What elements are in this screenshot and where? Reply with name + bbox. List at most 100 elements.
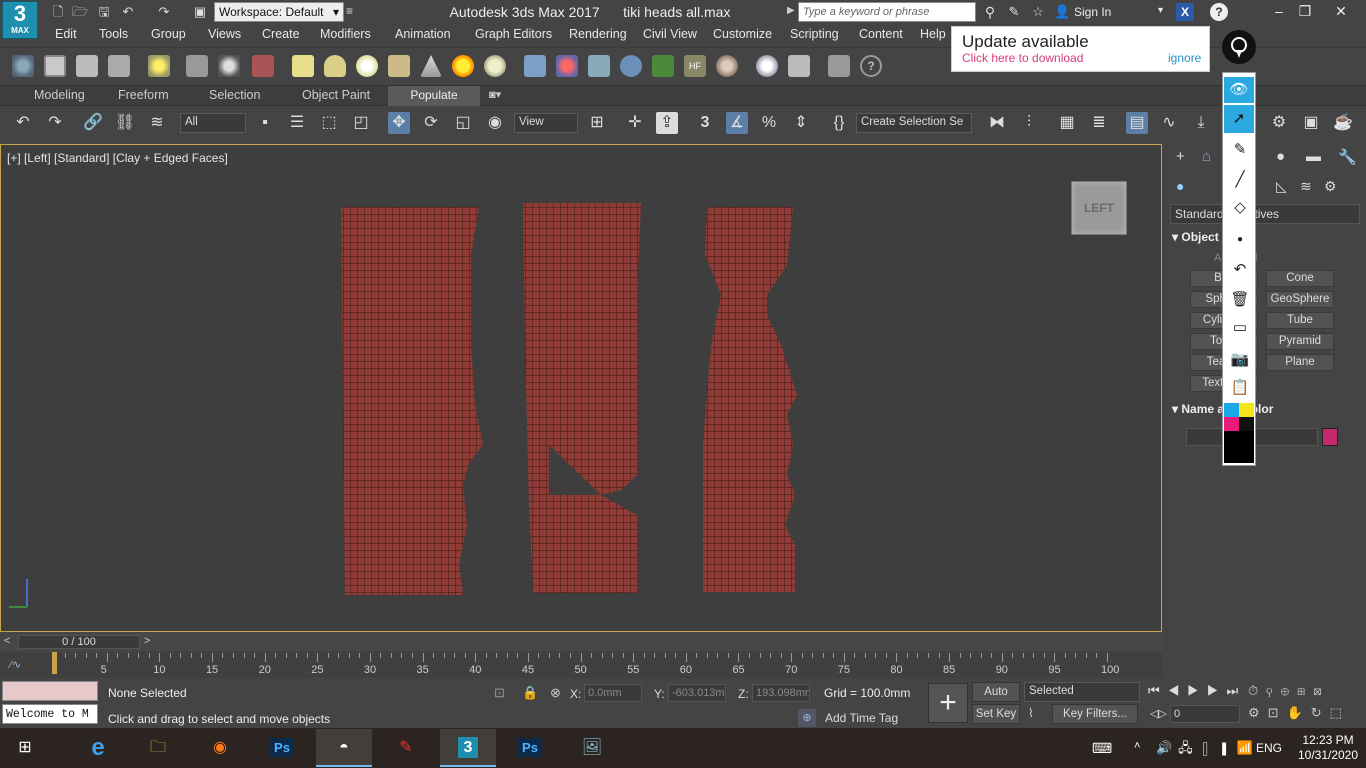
link-icon[interactable]: 🔗 <box>82 112 104 134</box>
new-file-icon[interactable]: 🗋 <box>50 4 66 20</box>
menu-rendering[interactable]: Rendering <box>569 27 627 41</box>
y-coordinate-field[interactable]: -603.013mm <box>668 684 726 702</box>
timeline-cursor[interactable] <box>52 652 57 674</box>
viewport-left[interactable]: [+] [Left] [Standard] [Clay + Edged Face… <box>0 144 1162 632</box>
grid-icon[interactable] <box>788 55 810 77</box>
user-icon[interactable]: 👤 <box>1054 4 1070 20</box>
menu-customize[interactable]: Customize <box>713 27 772 41</box>
undo-icon[interactable]: ↶ <box>12 112 34 134</box>
reference-coordinate-dropdown[interactable]: View <box>514 113 578 133</box>
maxscript-listener[interactable]: Welcome to M <box>2 704 98 724</box>
light-icon[interactable] <box>148 55 170 77</box>
color-selected[interactable] <box>1224 431 1254 463</box>
speaker-icon[interactable] <box>218 55 240 77</box>
menu-animation[interactable]: Animation <box>395 27 451 41</box>
toggle-ribbon-icon[interactable]: ▤ <box>1126 112 1148 134</box>
helpers-icon[interactable]: ◺ <box>1276 178 1287 195</box>
photoshop-2-icon[interactable]: Ps <box>502 729 558 767</box>
tab-selection[interactable]: Selection <box>209 88 260 102</box>
time-slider-thumb[interactable]: 0 / 100 <box>18 635 140 649</box>
camera-icon[interactable] <box>186 55 208 77</box>
menu-graph-editors[interactable]: Graph Editors <box>475 27 552 41</box>
pivot-center-icon[interactable]: ⊞ <box>586 112 608 134</box>
help-icon[interactable]: ? <box>1210 3 1228 21</box>
absolute-mode-icon[interactable]: ⊗ <box>550 685 561 701</box>
modify-tab-icon[interactable]: ⌂ <box>1202 148 1211 165</box>
select-and-place-icon[interactable]: ◉ <box>484 112 506 134</box>
cursor-icon[interactable]: ➚ <box>1224 105 1254 133</box>
hair-fur-icon[interactable]: HF <box>684 55 706 77</box>
viewcube[interactable]: LEFT <box>1071 181 1127 235</box>
track-bar[interactable]: ⁄∿ 5 10 15 20 25 30 35 40 45 50 55 60 65 70 75 80 85 90 95… <box>0 652 1162 678</box>
chevron-down-icon[interactable]: ▾ <box>1158 5 1163 16</box>
epic-pen-logo[interactable] <box>1222 30 1256 64</box>
systems-icon[interactable]: ⚙ <box>1324 178 1337 195</box>
character-icon[interactable] <box>252 55 274 77</box>
color-cyan[interactable] <box>1224 403 1239 417</box>
whiteboard-icon[interactable]: ▭ <box>1227 317 1253 339</box>
x-exchange-icon[interactable]: X <box>1176 3 1194 21</box>
tray-overflow-icon[interactable]: ˄ <box>1134 740 1140 752</box>
unlink-icon[interactable]: ⛓ <box>114 112 136 134</box>
render-setup-icon[interactable]: ⚙ <box>1268 112 1290 134</box>
menu-tools[interactable]: Tools <box>99 27 128 41</box>
clipboard-icon[interactable]: 📋 <box>1227 377 1253 399</box>
tube-button[interactable]: Tube <box>1266 312 1334 329</box>
spinner-snap-icon[interactable]: ⇕ <box>790 112 812 134</box>
system-tray-icons[interactable]: 🔊🖧▯▮📶 <box>1156 739 1259 761</box>
tab-object-paint[interactable]: Object Paint <box>302 88 370 102</box>
environment-icon[interactable] <box>484 55 506 77</box>
select-by-name-icon[interactable]: ☰ <box>286 112 308 134</box>
select-and-move-icon[interactable]: ✥ <box>388 112 410 134</box>
view-nav-icons-row2[interactable]: ⚙⊡✋↻⬚ <box>1248 705 1350 721</box>
space-warps-icon[interactable]: ≋ <box>1300 178 1312 195</box>
app-logo[interactable]: 3 MAX <box>2 1 38 39</box>
key-filter-icon[interactable]: ⌇ <box>1028 706 1034 720</box>
motion-tab-icon[interactable]: ▬ <box>1306 148 1321 165</box>
maxscript-listener-pink[interactable] <box>2 681 98 701</box>
3ds-max-taskbar-icon[interactable]: 3 <box>440 729 496 767</box>
angle-snap-icon[interactable]: ∡ <box>726 112 748 134</box>
workspace-dropdown[interactable]: Workspace: Default <box>214 2 344 22</box>
color-palette[interactable] <box>1224 403 1254 463</box>
ribbon-options-icon[interactable]: ◙▾ <box>489 88 501 101</box>
primitive-type-dropdown[interactable]: Standard Primitives <box>1170 204 1360 224</box>
brush-size-icon[interactable]: ● <box>1227 229 1253 251</box>
set-key-button[interactable]: Set Key <box>972 704 1020 724</box>
epic-pen-taskbar-icon[interactable]: ◓ <box>316 729 372 767</box>
geometry-icon[interactable]: ● <box>1176 178 1184 194</box>
add-time-tag[interactable]: Add Time Tag <box>825 711 898 725</box>
mirror-icon[interactable]: ⧓ <box>986 112 1008 134</box>
menu-civil-view[interactable]: Civil View <box>643 27 697 41</box>
line-icon[interactable]: ╱ <box>1227 169 1253 191</box>
snaps-toggle-icon[interactable]: 3 <box>694 112 716 134</box>
rendered-frame-window-icon[interactable]: ▣ <box>1300 112 1322 134</box>
geosphere-button[interactable]: GeoSphere <box>1266 291 1334 308</box>
selection-filter-dropdown[interactable]: All <box>180 113 246 133</box>
tiki-meshes[interactable] <box>1 145 1161 631</box>
toolbar-help-icon[interactable]: ? <box>860 55 882 77</box>
select-and-scale-icon[interactable]: ◱ <box>452 112 474 134</box>
bend-icon[interactable] <box>588 55 610 77</box>
select-and-rotate-icon[interactable]: ⟳ <box>420 112 442 134</box>
next-frame-arrow-icon[interactable]: > <box>144 635 150 647</box>
drawing-app-icon[interactable]: ✎ <box>378 729 434 767</box>
name-color-rollout[interactable]: ▾ Name and Color <box>1172 402 1360 422</box>
menu-group[interactable]: Group <box>151 27 186 41</box>
box-primitive-icon[interactable] <box>292 55 314 77</box>
create-tab-icon[interactable]: + <box>1176 148 1185 165</box>
search-arrow-icon[interactable]: ▶ <box>787 5 795 16</box>
undo-icon[interactable]: ↶ <box>120 4 136 20</box>
time-slider[interactable]: < 0 / 100 > <box>0 633 1162 651</box>
open-file-icon[interactable]: 🗁 <box>72 4 88 20</box>
save-icon[interactable]: 🖫 <box>96 4 112 20</box>
curve-editor-icon[interactable]: ∿ <box>1158 112 1180 134</box>
rectangular-selection-icon[interactable]: ⬚ <box>318 112 340 134</box>
start-button-icon[interactable]: ⊞ <box>0 729 50 767</box>
key-mode-dropdown[interactable]: Selected <box>1024 682 1140 702</box>
eraser-icon[interactable]: ◇ <box>1227 197 1253 219</box>
sphere-icon[interactable] <box>356 55 378 77</box>
select-object-icon[interactable]: ▪ <box>254 112 276 134</box>
render-production-icon[interactable]: ☕ <box>1332 112 1354 134</box>
menu-modifiers[interactable]: Modifiers <box>320 27 371 41</box>
